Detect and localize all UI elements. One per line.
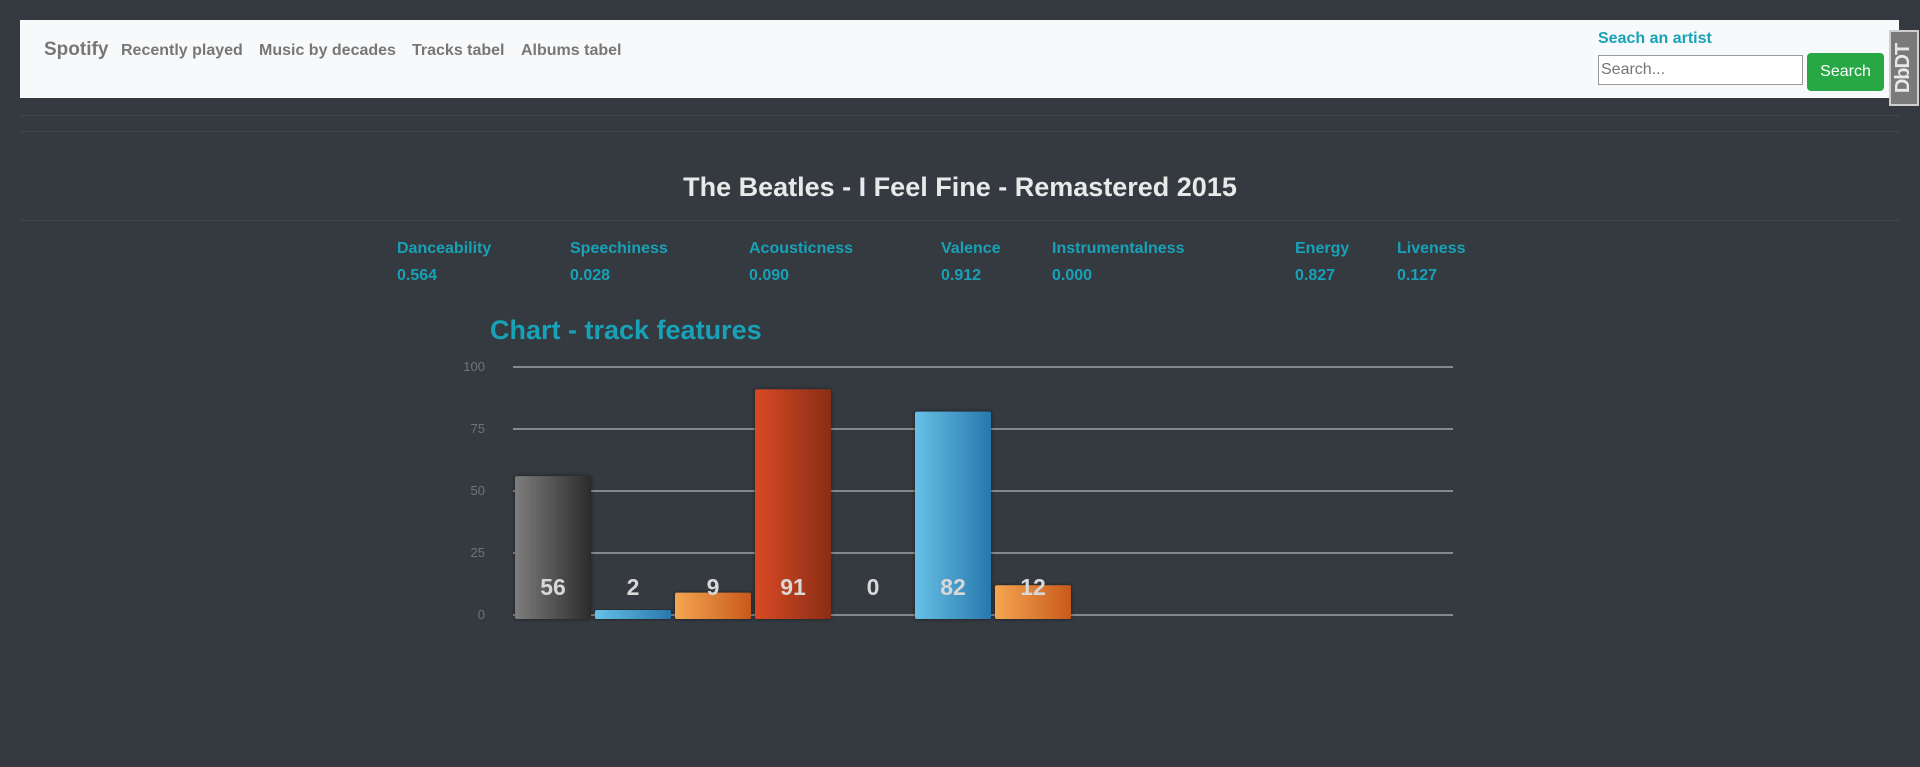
feature-value: 0.127 (1397, 267, 1438, 284)
feature-speechiness: Speechiness 0.028 (570, 240, 668, 285)
data-label: 9 (707, 574, 720, 600)
search-input[interactable] (1598, 55, 1803, 85)
y-tick-label: 50 (471, 483, 485, 498)
data-label: 12 (1020, 574, 1046, 600)
y-tick-label: 25 (471, 545, 485, 560)
feature-name: Acousticness (749, 240, 854, 257)
feature-name: Instrumentalness (1052, 240, 1185, 257)
feature-value: 0.912 (941, 267, 982, 284)
nav-link-albums-tabel[interactable]: Albums tabel (521, 42, 621, 60)
feature-value: 0.827 (1295, 267, 1336, 284)
feature-value: 0.090 (749, 267, 790, 284)
track-features-chart: 0 25 50 75 100 56 2 9 91 0 82 12 (463, 359, 1453, 622)
feature-value: 0.028 (570, 267, 611, 284)
navbar: Spotify Recently played Music by decades… (20, 20, 1899, 98)
y-tick-label: 100 (463, 359, 485, 374)
y-tick-label: 0 (478, 607, 485, 622)
feature-name: Valence (941, 240, 1001, 257)
feature-energy: Energy 0.827 (1295, 240, 1349, 285)
dbdt-badge-label: DbDT (1892, 43, 1915, 93)
nav-link-tracks-tabel[interactable]: Tracks tabel (412, 42, 505, 60)
feature-value: 0.000 (1052, 267, 1093, 284)
feature-danceability: Danceability 0.564 (397, 240, 491, 285)
nav-link-recently-played[interactable]: Recently played (121, 42, 243, 60)
data-label: 56 (540, 574, 566, 600)
bar (595, 610, 671, 619)
feature-liveness: Liveness 0.127 (1397, 240, 1465, 285)
nav-link-music-by-decades[interactable]: Music by decades (259, 42, 396, 60)
feature-name: Danceability (397, 240, 492, 257)
data-label: 91 (780, 574, 806, 600)
divider (20, 131, 1900, 132)
feature-name: Liveness (1397, 240, 1466, 257)
search-label: Seach an artist (1598, 30, 1712, 47)
dbdt-badge[interactable]: DbDT (1889, 30, 1919, 106)
search-button[interactable]: Search (1807, 53, 1884, 91)
feature-name: Speechiness (570, 240, 668, 257)
divider (20, 115, 1900, 116)
chart-title: Chart - track features (490, 315, 762, 345)
feature-name: Energy (1295, 240, 1350, 257)
data-label: 82 (940, 574, 966, 600)
data-label: 2 (627, 574, 640, 600)
y-tick-label: 75 (471, 421, 485, 436)
data-label: 0 (867, 574, 880, 600)
feature-value: 0.564 (397, 267, 438, 284)
feature-instrumentalness: Instrumentalness 0.000 (1052, 240, 1184, 285)
track-title: The Beatles - I Feel Fine - Remastered 2… (683, 172, 1237, 202)
divider (20, 220, 1900, 221)
feature-acousticness: Acousticness 0.090 (749, 240, 853, 285)
brand-link[interactable]: Spotify (44, 39, 108, 61)
feature-valence: Valence 0.912 (941, 240, 1001, 285)
